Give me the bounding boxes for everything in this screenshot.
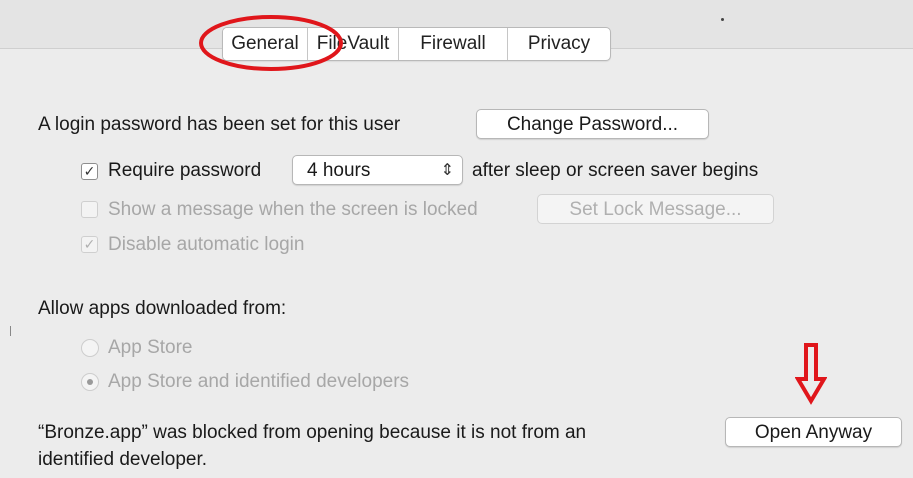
allow-apps-label: Allow apps downloaded from: bbox=[38, 298, 287, 319]
checkmark-icon: ✓ bbox=[83, 163, 96, 179]
login-password-label: A login password has been set for this u… bbox=[38, 114, 401, 135]
down-arrow-icon bbox=[795, 343, 827, 405]
red-circle-annotation bbox=[199, 15, 343, 71]
radio-identified-developers[interactable] bbox=[81, 373, 99, 391]
disable-auto-login-checkbox[interactable]: ✓ bbox=[81, 236, 98, 253]
radio-app-store-label: App Store bbox=[108, 337, 193, 358]
checkmark-icon: ✓ bbox=[83, 236, 96, 252]
lock-message-checkbox[interactable] bbox=[81, 201, 98, 218]
dot-mark bbox=[721, 18, 724, 21]
disable-auto-login-label: Disable automatic login bbox=[108, 234, 305, 255]
tab-firewall[interactable]: Firewall bbox=[399, 28, 508, 60]
password-interval-select[interactable]: 4 hours ⇕ bbox=[292, 155, 463, 185]
open-anyway-button[interactable]: Open Anyway bbox=[725, 417, 902, 447]
radio-dot bbox=[87, 379, 93, 385]
blocked-message-line2: identified developer. bbox=[38, 449, 208, 470]
require-password-suffix: after sleep or screen saver begins bbox=[472, 160, 759, 181]
up-down-chevron-icon: ⇕ bbox=[440, 162, 454, 179]
require-password-label: Require password bbox=[108, 160, 262, 181]
password-interval-value: 4 hours bbox=[307, 160, 371, 181]
radio-identified-developers-label: App Store and identified developers bbox=[108, 371, 410, 392]
require-password-checkbox[interactable]: ✓ bbox=[81, 163, 98, 180]
tab-privacy[interactable]: Privacy bbox=[508, 28, 610, 60]
change-password-button[interactable]: Change Password... bbox=[476, 109, 709, 139]
radio-app-store[interactable] bbox=[81, 339, 99, 357]
left-edge-mark bbox=[10, 326, 11, 336]
blocked-message-line1: “Bronze.app” was blocked from opening be… bbox=[38, 422, 587, 443]
lock-message-label: Show a message when the screen is locked bbox=[108, 199, 478, 220]
set-lock-message-button[interactable]: Set Lock Message... bbox=[537, 194, 774, 224]
